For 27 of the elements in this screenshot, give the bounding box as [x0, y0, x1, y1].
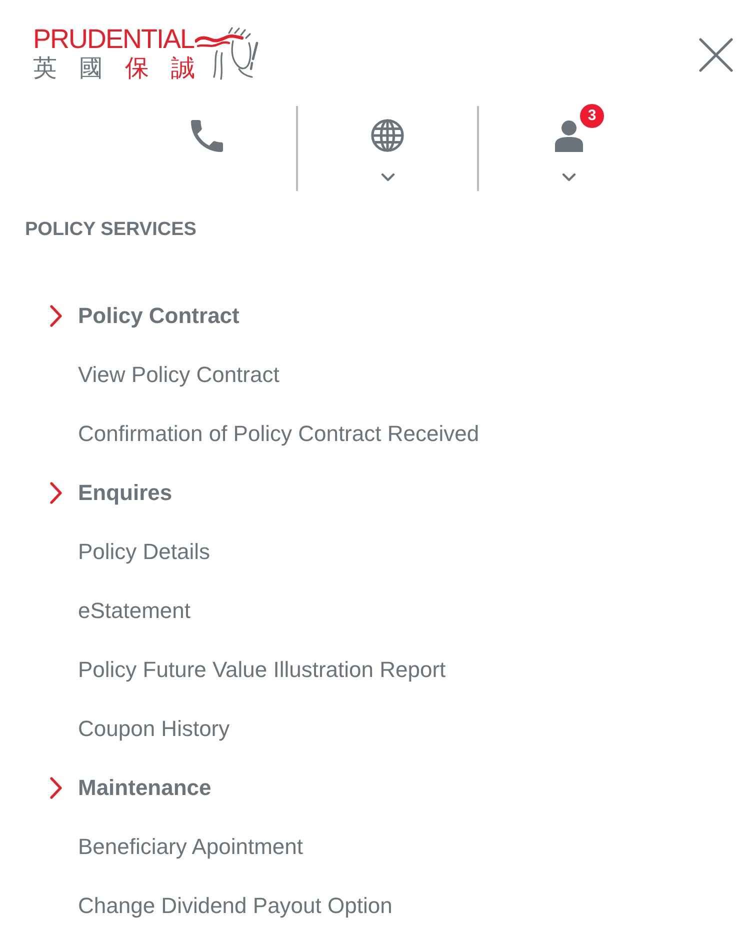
menu-link[interactable]: eStatement — [78, 596, 191, 624]
menu-link[interactable]: Policy Details — [78, 538, 210, 566]
chevron-right-icon — [50, 482, 62, 504]
logo-character: 保 — [125, 56, 149, 82]
menu-link[interactable]: View Policy Contract — [78, 360, 280, 388]
menu-link[interactable]: Beneficiary Apointment — [78, 832, 304, 860]
logo-character: 誠 — [171, 56, 195, 82]
section-title: POLICY SERVICES — [25, 218, 196, 242]
chevron-right-icon — [50, 776, 62, 798]
phone-icon[interactable] — [190, 120, 222, 152]
notification-badge: 3 — [580, 104, 604, 128]
menu-link[interactable]: Policy Future Value Illustration Report — [78, 656, 446, 684]
menu-link[interactable]: Confirmation of Policy Contract Received — [78, 420, 480, 448]
menu-group-heading[interactable]: Maintenance — [78, 774, 212, 802]
menu-link[interactable]: Coupon History — [78, 714, 230, 742]
logo-wordmark: PRUDENTIAL — [33, 27, 194, 51]
menu-group-heading[interactable]: Enquires — [78, 478, 172, 506]
chevron-down-icon[interactable] — [380, 173, 394, 182]
menu-link[interactable]: Change Dividend Payout Option — [78, 892, 392, 920]
menu-group-heading[interactable]: Policy Contract — [78, 302, 240, 330]
person-icon[interactable] — [554, 120, 582, 152]
globe-icon[interactable] — [371, 119, 404, 152]
chevron-down-icon[interactable] — [562, 173, 576, 182]
chevron-right-icon — [50, 304, 62, 326]
logo-character: 國 — [79, 56, 103, 82]
logo-character: 英 — [33, 56, 57, 82]
close-icon[interactable] — [699, 38, 733, 72]
